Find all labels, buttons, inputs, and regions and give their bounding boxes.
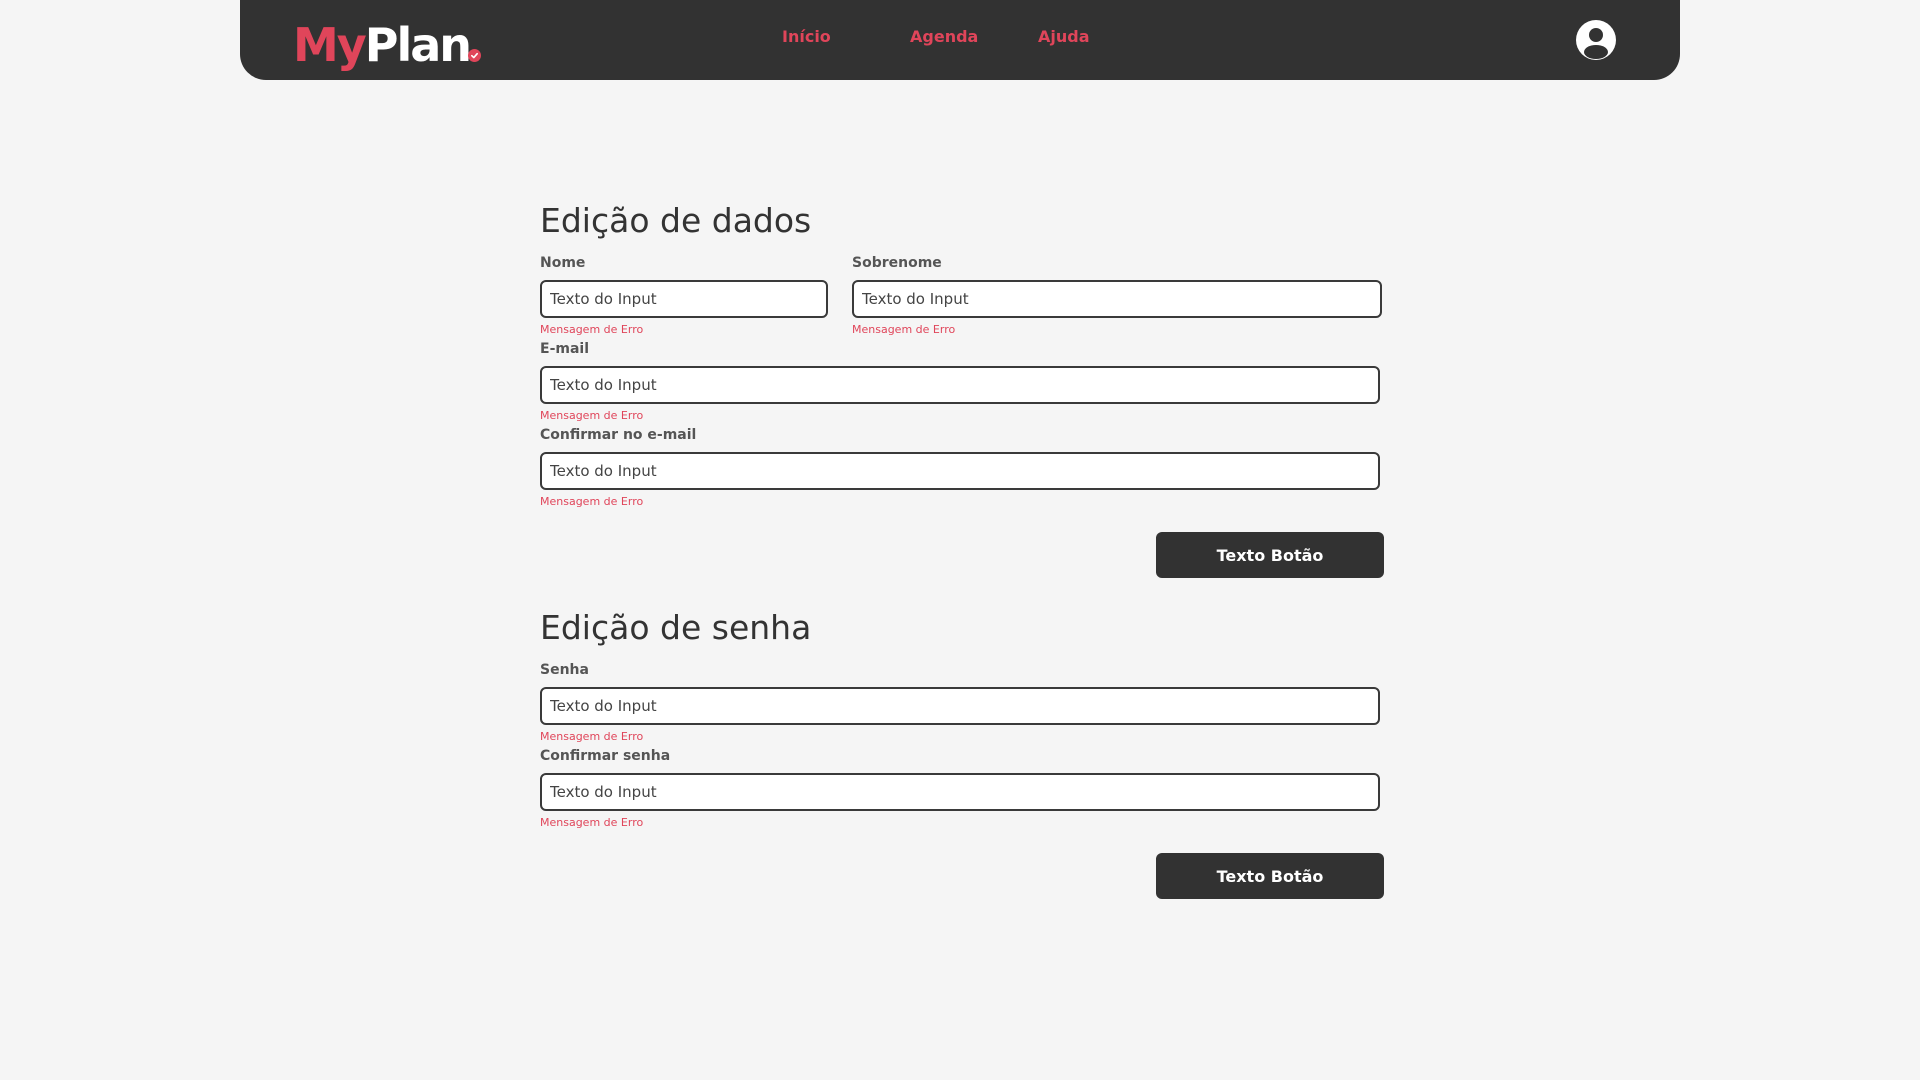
senha-input[interactable] <box>540 687 1380 725</box>
nome-field-group: Nome Mensagem de Erro <box>540 244 828 336</box>
data-edit-section: Edição de dados Nome Mensagem de Erro So… <box>540 198 1384 578</box>
confirm-senha-field-group: Confirmar senha Mensagem de Erro <box>540 747 1380 829</box>
name-row: Nome Mensagem de Erro Sobrenome Mensagem… <box>540 244 1382 336</box>
email-input[interactable] <box>540 366 1380 404</box>
myplan-logo[interactable]: My Plan <box>293 12 482 72</box>
save-data-button[interactable]: Texto Botão <box>1156 532 1384 578</box>
sobrenome-input[interactable] <box>852 280 1382 318</box>
data-section-title: Edição de dados <box>540 201 812 240</box>
password-edit-section: Edição de senha Senha Mensagem de Erro C… <box>540 605 1384 899</box>
nome-input[interactable] <box>540 280 828 318</box>
email-label: E-mail <box>540 341 590 357</box>
email-error-message: Mensagem de Erro <box>540 409 644 422</box>
password-section-title: Edição de senha <box>540 608 812 647</box>
nav-link-agenda[interactable]: Agenda <box>910 27 978 46</box>
edit-profile-form: Edição de dados Nome Mensagem de Erro So… <box>540 198 1384 899</box>
user-circle-icon <box>1576 20 1616 60</box>
check-badge-icon <box>468 49 482 62</box>
confirm-email-label: Confirmar no e-mail <box>540 427 697 443</box>
sobrenome-field-group: Sobrenome Mensagem de Erro <box>852 244 1382 336</box>
password-button-row: Texto Botão <box>540 829 1384 899</box>
confirm-email-field-group: Confirmar no e-mail Mensagem de Erro <box>540 426 1380 508</box>
confirm-senha-label: Confirmar senha <box>540 748 671 764</box>
logo-text-my: My <box>293 18 367 72</box>
nav-link-ajuda[interactable]: Ajuda <box>1038 27 1090 46</box>
sobrenome-error-message: Mensagem de Erro <box>852 323 956 336</box>
sobrenome-label: Sobrenome <box>852 255 942 271</box>
logo-text-plan: Plan <box>364 18 472 72</box>
confirm-senha-input[interactable] <box>540 773 1380 811</box>
confirm-email-error-message: Mensagem de Erro <box>540 495 644 508</box>
email-field-group: E-mail Mensagem de Erro <box>540 340 1380 422</box>
senha-error-message: Mensagem de Erro <box>540 730 644 743</box>
user-avatar-button[interactable] <box>1575 19 1617 61</box>
senha-field-group: Senha Mensagem de Erro <box>540 661 1380 743</box>
nav-link-inicio[interactable]: Início <box>782 27 831 46</box>
save-password-button[interactable]: Texto Botão <box>1156 853 1384 899</box>
nome-error-message: Mensagem de Erro <box>540 323 644 336</box>
nome-label: Nome <box>540 255 586 271</box>
confirm-email-input[interactable] <box>540 452 1380 490</box>
senha-label: Senha <box>540 662 589 678</box>
data-button-row: Texto Botão <box>540 508 1384 578</box>
confirm-senha-error-message: Mensagem de Erro <box>540 816 644 829</box>
top-navbar: My Plan Início Agenda Ajuda <box>240 0 1680 80</box>
